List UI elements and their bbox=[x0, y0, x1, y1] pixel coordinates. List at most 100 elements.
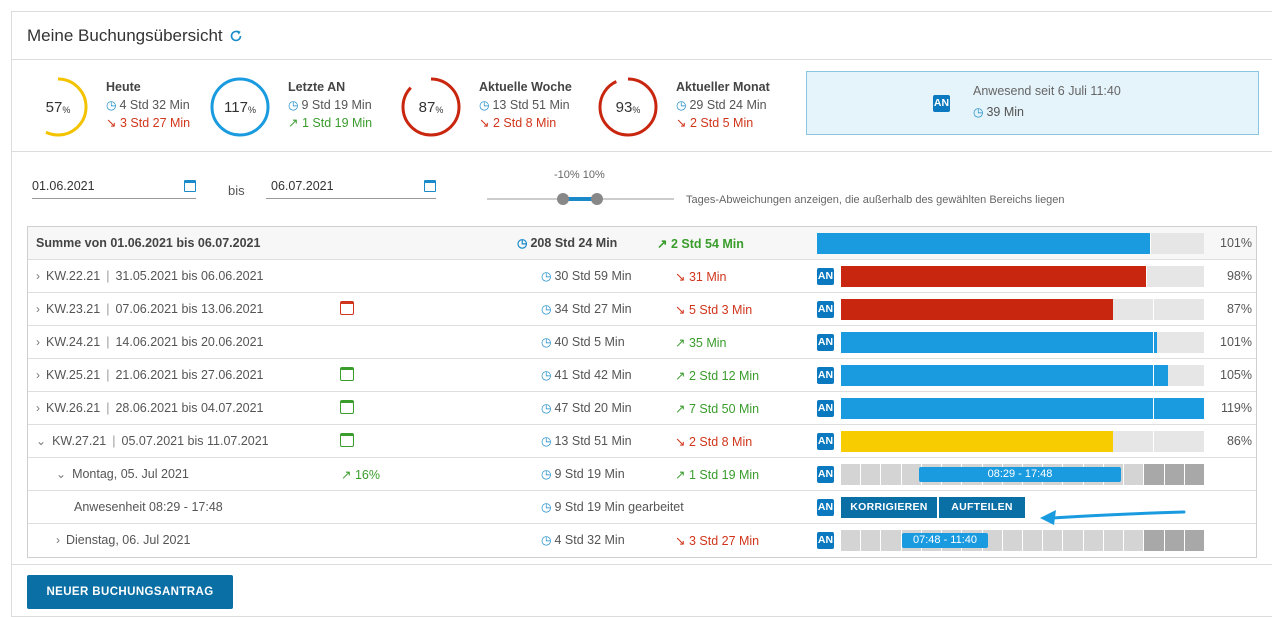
trend-down-icon: ↘ bbox=[675, 435, 689, 449]
an-badge: AN bbox=[817, 433, 834, 450]
clock-icon: ◷ bbox=[541, 467, 552, 481]
clock-icon: ◷ bbox=[676, 98, 687, 112]
chevron-right-icon[interactable]: › bbox=[36, 302, 40, 316]
slider-min-handle[interactable] bbox=[557, 193, 569, 205]
summary-bar bbox=[817, 233, 1204, 254]
stat-duration: 4 Std 32 Min bbox=[119, 98, 190, 112]
week-row[interactable]: › KW.22.21 | 31.05.2021 bis 06.06.2021 ◷ 30 … bbox=[28, 260, 1256, 293]
week-bar bbox=[841, 299, 1204, 320]
date-from-field[interactable]: 01.06.2021 bbox=[32, 179, 196, 199]
summary-bar-fill bbox=[817, 233, 1150, 254]
presence-label: Anwesenheit 08:29 - 17:48 bbox=[74, 500, 223, 514]
new-booking-request-button[interactable]: NEUER BUCHUNGSANTRAG bbox=[27, 575, 233, 609]
trend-down-icon: ↘ bbox=[675, 270, 689, 284]
week-bar-fill bbox=[841, 332, 1157, 353]
chevron-down-icon[interactable]: ⌄ bbox=[36, 434, 46, 448]
week-duration: 30 Std 59 Min bbox=[554, 269, 632, 283]
week-row[interactable]: › KW.26.21 | 28.06.2021 bis 04.07.2021 ◷ 47 … bbox=[28, 392, 1256, 425]
week-percent: 119% bbox=[1220, 401, 1252, 415]
week-bar bbox=[841, 431, 1204, 452]
trend-up-icon: ↗ bbox=[341, 468, 355, 482]
week-range: 14.06.2021 bis 20.06.2021 bbox=[115, 335, 264, 349]
ring-percent: 93% bbox=[615, 98, 641, 116]
date-to-value: 06.07.2021 bbox=[271, 179, 334, 193]
week-delta: 31 Min bbox=[688, 270, 727, 284]
week-delta: 5 Std 3 Min bbox=[688, 303, 753, 317]
target-marker bbox=[1153, 365, 1155, 386]
split-button[interactable]: AUFTEILEN bbox=[939, 497, 1025, 518]
day-row-tuesday[interactable]: › Dienstag, 06. Jul 2021 ◷ 4 Std 32 Min ↘ … bbox=[28, 524, 1256, 557]
clock-icon: ◷ bbox=[541, 368, 552, 382]
target-marker bbox=[1153, 431, 1155, 452]
week-bar-fill bbox=[841, 299, 1114, 320]
clock-icon: ◷ bbox=[541, 401, 552, 415]
ring-percent: 117% bbox=[224, 98, 256, 116]
summary-delta: 2 Std 54 Min bbox=[670, 237, 744, 251]
date-to-field[interactable]: 06.07.2021 bbox=[266, 179, 436, 199]
week-range: 31.05.2021 bis 06.06.2021 bbox=[115, 269, 264, 283]
clock-icon: ◷ bbox=[541, 500, 552, 514]
calendar-icon[interactable] bbox=[424, 180, 436, 192]
clock-icon: ◷ bbox=[479, 98, 490, 112]
an-badge: AN bbox=[933, 95, 950, 112]
summary-row: Summe von 01.06.2021 bis 06.07.2021 ◷ 208… bbox=[28, 227, 1256, 260]
clock-icon: ◷ bbox=[541, 335, 552, 349]
clock-icon: ◷ bbox=[973, 105, 984, 119]
trend-up-icon: ↗ bbox=[675, 336, 689, 350]
week-percent: 101% bbox=[1220, 335, 1252, 349]
week-row[interactable]: › KW.24.21 | 14.06.2021 bis 20.06.2021 ◷ 40 … bbox=[28, 326, 1256, 359]
clock-icon: ◷ bbox=[541, 533, 552, 547]
separator: | bbox=[106, 401, 110, 415]
week-row[interactable]: › KW.23.21 | 07.06.2021 bis 13.06.2021 ◷ 34 … bbox=[28, 293, 1256, 326]
slider-max-handle[interactable] bbox=[591, 193, 603, 205]
day-trend: 16% bbox=[354, 468, 380, 482]
an-badge: AN bbox=[817, 334, 834, 351]
booking-overview-panel: Meine Buchungsübersicht 57% Heute ◷ 4 Std… bbox=[11, 11, 1272, 617]
stat-duration: 29 Std 24 Min bbox=[689, 98, 767, 112]
stat-duration: 9 Std 19 Min bbox=[301, 98, 372, 112]
time-range-label[interactable]: 08:29 - 17:48 bbox=[919, 467, 1121, 482]
trend-down-icon: ↘ bbox=[675, 534, 689, 548]
week-label: KW.23.21 bbox=[46, 302, 101, 316]
chevron-down-icon[interactable]: ⌄ bbox=[56, 467, 66, 481]
correct-button[interactable]: KORRIGIEREN bbox=[841, 497, 937, 518]
week-bar bbox=[841, 398, 1204, 419]
week-range: 07.06.2021 bis 13.06.2021 bbox=[115, 302, 264, 316]
day-row-monday[interactable]: ⌄ Montag, 05. Jul 2021 ↗ 16% ◷ 9 Std 19 Mi… bbox=[28, 458, 1256, 491]
chevron-right-icon[interactable]: › bbox=[36, 269, 40, 283]
week-percent: 98% bbox=[1226, 269, 1252, 283]
week-delta: 7 Std 50 Min bbox=[688, 402, 760, 416]
trend-down-icon: ↘ bbox=[676, 116, 690, 130]
week-delta: 2 Std 8 Min bbox=[688, 435, 753, 449]
an-badge: AN bbox=[817, 301, 834, 318]
clock-icon: ◷ bbox=[541, 302, 552, 316]
stat-title: Aktuelle Woche bbox=[479, 80, 572, 94]
week-range: 05.07.2021 bis 11.07.2021 bbox=[121, 434, 269, 448]
ring-percent: 87% bbox=[418, 98, 444, 116]
arrow-annotation-icon bbox=[1040, 510, 1186, 525]
an-badge: AN bbox=[817, 400, 834, 417]
stat-delta: 1 Std 19 Min bbox=[301, 116, 373, 130]
week-delta: 35 Min bbox=[688, 336, 727, 350]
an-badge: AN bbox=[817, 367, 834, 384]
time-range-label[interactable]: 07:48 - 11:40 bbox=[902, 533, 988, 548]
stat-title: Heute bbox=[106, 80, 141, 94]
presence-duration: 39 Min bbox=[986, 105, 1025, 119]
week-label: KW.27.21 bbox=[52, 434, 107, 448]
day-duration: 4 Std 32 Min bbox=[554, 533, 625, 547]
calendar-icon[interactable] bbox=[184, 180, 196, 192]
week-percent: 86% bbox=[1226, 434, 1252, 448]
summary-label: Summe von 01.06.2021 bis 06.07.2021 bbox=[36, 236, 261, 250]
chevron-right-icon[interactable]: › bbox=[36, 335, 40, 349]
week-row[interactable]: ⌄ KW.27.21 | 05.07.2021 bis 11.07.2021 ◷ 13 … bbox=[28, 425, 1256, 458]
week-row[interactable]: › KW.25.21 | 21.06.2021 bis 27.06.2021 ◷ 41 … bbox=[28, 359, 1256, 392]
presence-box: AN Anwesend seit 6 Juli 11:40 ◷ 39 Min bbox=[806, 71, 1259, 135]
calendar-trend-up-icon bbox=[340, 433, 354, 447]
refresh-icon[interactable] bbox=[229, 29, 243, 43]
chevron-right-icon[interactable]: › bbox=[56, 533, 60, 547]
target-marker bbox=[1153, 299, 1155, 320]
summary-percent: 101% bbox=[1220, 236, 1252, 250]
chevron-right-icon[interactable]: › bbox=[36, 368, 40, 382]
week-duration: 47 Std 20 Min bbox=[554, 401, 632, 415]
chevron-right-icon[interactable]: › bbox=[36, 401, 40, 415]
